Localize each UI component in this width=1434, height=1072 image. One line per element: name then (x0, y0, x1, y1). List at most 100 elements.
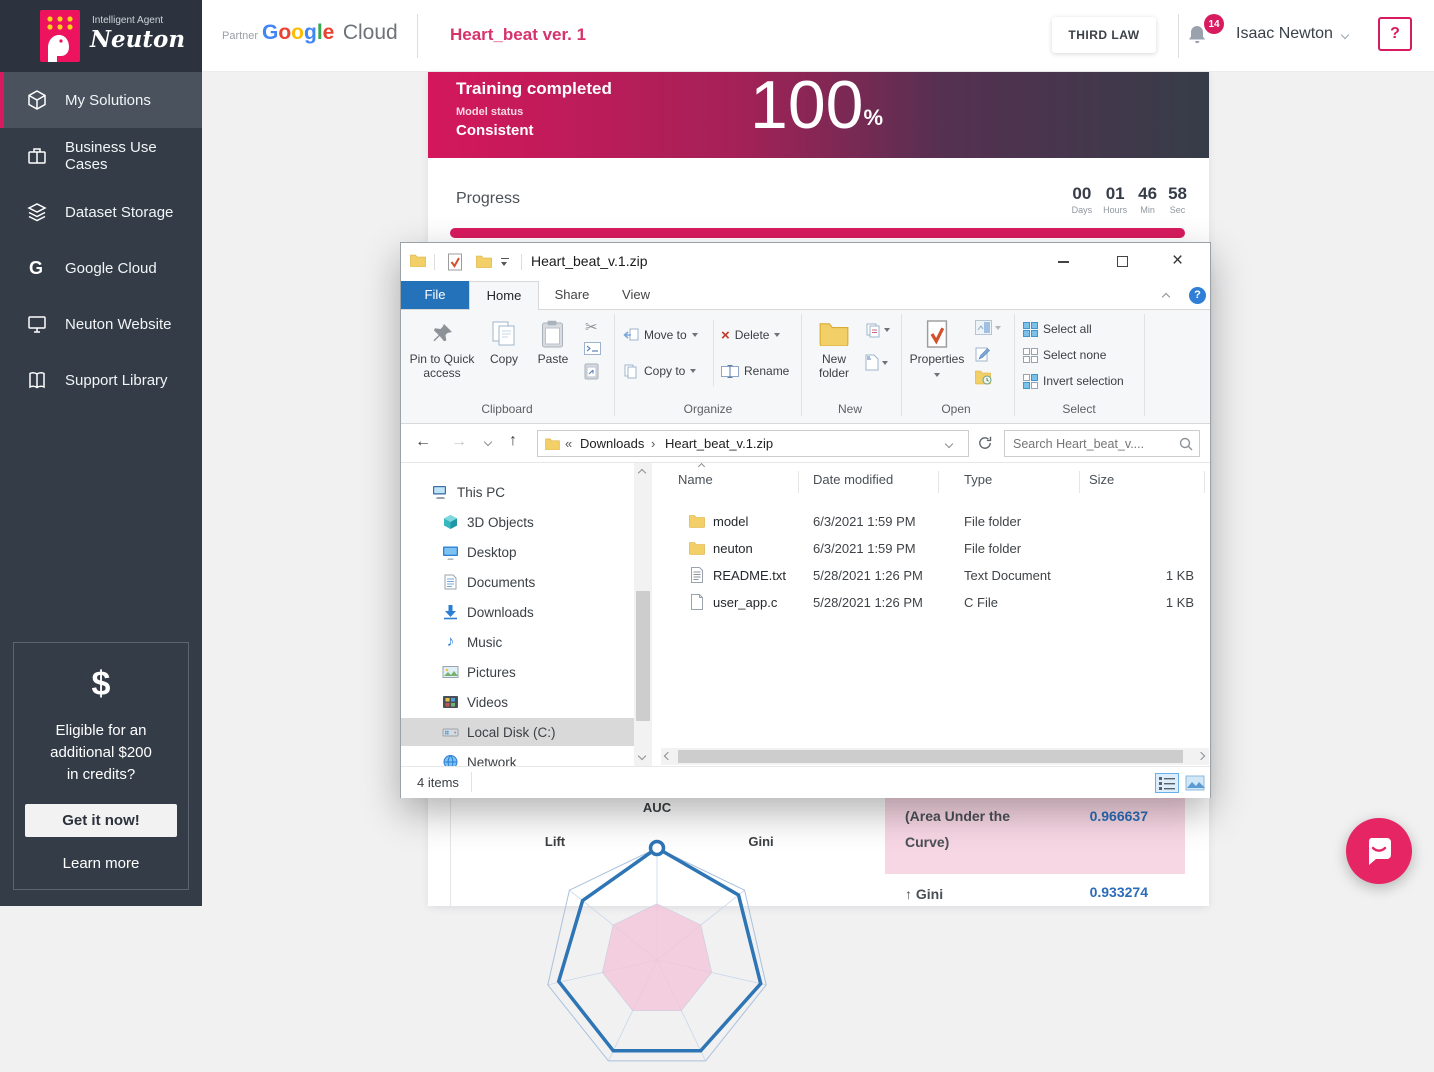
third-law-button[interactable]: THIRD LAW (1052, 17, 1156, 53)
history-button[interactable] (975, 370, 993, 385)
tree-item-videos[interactable]: Videos (401, 688, 634, 716)
scroll-left-icon[interactable] (664, 752, 672, 760)
paste-button[interactable]: Paste (529, 316, 577, 398)
quick-access-properties-icon[interactable] (446, 253, 464, 271)
tab-share[interactable]: Share (539, 281, 605, 309)
rename-button[interactable]: Rename (721, 360, 789, 382)
metric-row-gini[interactable]: ↑ Gini 0.933274 (885, 882, 1185, 912)
tab-home[interactable]: Home (469, 281, 539, 310)
ribbon-help-icon[interactable]: ? (1189, 287, 1206, 304)
tree-item-this-pc[interactable]: This PC (401, 478, 634, 506)
address-dropdown-caret-icon[interactable] (945, 440, 953, 448)
sidebar-item-my-solutions[interactable]: My Solutions (0, 72, 202, 128)
file-row-model[interactable]: model 6/3/2021 1:59 PM File folder (652, 508, 1212, 535)
edit-button[interactable] (975, 346, 991, 362)
cut-button[interactable]: ✂ (585, 318, 598, 336)
address-bar-row: ← → ↑ « Downloads › Heart_beat_v.1.zip (401, 424, 1210, 463)
chat-widget-button[interactable] (1346, 818, 1412, 884)
minimize-button[interactable] (1058, 261, 1069, 263)
copy-path-button[interactable] (584, 342, 601, 355)
sidebar-item-google-cloud[interactable]: G Google Cloud (0, 240, 202, 296)
tree-item-downloads[interactable]: Downloads (401, 598, 634, 626)
breadcrumb-downloads[interactable]: Downloads (580, 436, 644, 451)
help-button[interactable]: ? (1378, 17, 1412, 51)
close-button[interactable]: × (1172, 249, 1183, 273)
recent-locations-caret-icon[interactable] (484, 438, 492, 446)
select-all-button[interactable]: Select all (1023, 318, 1092, 340)
properties-button[interactable]: Properties (906, 316, 968, 398)
tree-item-documents[interactable]: Documents (401, 568, 634, 596)
address-box[interactable]: « Downloads › Heart_beat_v.1.zip (537, 430, 969, 457)
horizontal-scrollbar[interactable] (661, 748, 1209, 765)
new-item-button[interactable] (865, 354, 888, 371)
breadcrumb-prefix: « (565, 436, 572, 451)
up-button[interactable]: ↑ (509, 432, 517, 450)
forward-button[interactable]: → (451, 433, 467, 451)
scroll-down-icon[interactable] (638, 752, 646, 760)
tree-item-desktop[interactable]: Desktop (401, 538, 634, 566)
get-it-now-button[interactable]: Get it now! (25, 804, 177, 837)
sidebar-item-support-library[interactable]: Support Library (0, 352, 202, 408)
pc-icon (432, 484, 449, 500)
tab-view[interactable]: View (605, 281, 667, 309)
sidebar-item-business-use-cases[interactable]: Business Use Cases (0, 128, 202, 184)
details-view-toggle[interactable] (1155, 773, 1179, 793)
user-name[interactable]: Isaac Newton (1236, 25, 1333, 43)
metric-row-auc[interactable]: (Area Under the Curve) 0.966637 (885, 798, 1185, 874)
easy-access-button[interactable] (865, 322, 890, 338)
tree-item-local-disk-c[interactable]: Local Disk (C:) (401, 718, 634, 746)
divider (434, 254, 435, 270)
copy-to-button[interactable]: Copy to (623, 360, 696, 382)
file-row-neuton[interactable]: neuton 6/3/2021 1:59 PM File folder (652, 535, 1212, 562)
select-none-button[interactable]: Select none (1023, 344, 1106, 366)
column-size[interactable]: Size (1089, 472, 1114, 487)
chat-bubble-icon (1363, 835, 1395, 867)
refresh-icon[interactable] (978, 436, 992, 450)
file-row-readme[interactable]: README.txt 5/28/2021 1:26 PM Text Docume… (652, 562, 1212, 589)
tree-scrollbar[interactable] (634, 463, 652, 766)
copy-button[interactable]: Copy (481, 316, 527, 398)
quick-access-new-folder-icon[interactable] (476, 255, 492, 268)
notification-badge[interactable]: 14 (1204, 14, 1224, 34)
new-item-icon (865, 354, 879, 371)
sidebar-item-dataset-storage[interactable]: Dataset Storage (0, 184, 202, 240)
tree-item-3d-objects[interactable]: 3D Objects (401, 508, 634, 536)
pin-to-quick-access-button[interactable]: Pin to Quick access (407, 316, 477, 398)
column-type[interactable]: Type (964, 472, 992, 487)
metrics-divider (450, 798, 451, 906)
breadcrumb-separator: › (651, 436, 655, 451)
sidebar-item-neuton-website[interactable]: Neuton Website (0, 296, 202, 352)
move-to-button[interactable]: Move to (623, 324, 698, 346)
group-divider (1144, 314, 1145, 416)
scroll-up-icon[interactable] (638, 469, 646, 477)
invert-selection-button[interactable]: Invert selection (1023, 370, 1124, 392)
collapse-ribbon-icon[interactable] (1162, 293, 1170, 301)
delete-button[interactable]: × Delete (721, 324, 780, 346)
new-folder-button[interactable]: New folder (807, 316, 861, 398)
column-date-modified[interactable]: Date modified (813, 472, 893, 487)
sub-divider (713, 320, 714, 386)
tree-item-network[interactable]: Network (401, 748, 634, 766)
scroll-right-icon[interactable] (1197, 752, 1205, 760)
breadcrumb-current[interactable]: Heart_beat_v.1.zip (665, 436, 773, 451)
maximize-button[interactable] (1117, 256, 1128, 267)
scrollbar-thumb[interactable] (678, 750, 1183, 763)
file-row-user-app[interactable]: user_app.c 5/28/2021 1:26 PM C File 1 KB (652, 589, 1212, 616)
paste-shortcut-button[interactable] (584, 362, 599, 380)
active-indicator (0, 72, 4, 128)
tree-item-music[interactable]: ♪ Music (401, 628, 634, 656)
quick-access-customize-caret-icon[interactable] (501, 262, 507, 266)
tree-item-pictures[interactable]: Pictures (401, 658, 634, 686)
learn-more-link[interactable]: Learn more (14, 855, 188, 872)
user-menu-caret-icon[interactable] (1341, 31, 1349, 39)
credits-text-line2: additional $200 (14, 742, 188, 764)
tab-file[interactable]: File (401, 281, 469, 309)
column-name[interactable]: Name (678, 472, 713, 487)
open-panel-button[interactable] (975, 320, 1001, 335)
divider (471, 772, 472, 792)
app-logo[interactable]: Intelligent Agent Neuton (0, 0, 202, 72)
thumbnails-view-toggle[interactable] (1184, 773, 1206, 793)
scrollbar-thumb[interactable] (636, 591, 650, 721)
back-button[interactable]: ← (415, 433, 431, 451)
search-input[interactable] (1013, 434, 1173, 453)
